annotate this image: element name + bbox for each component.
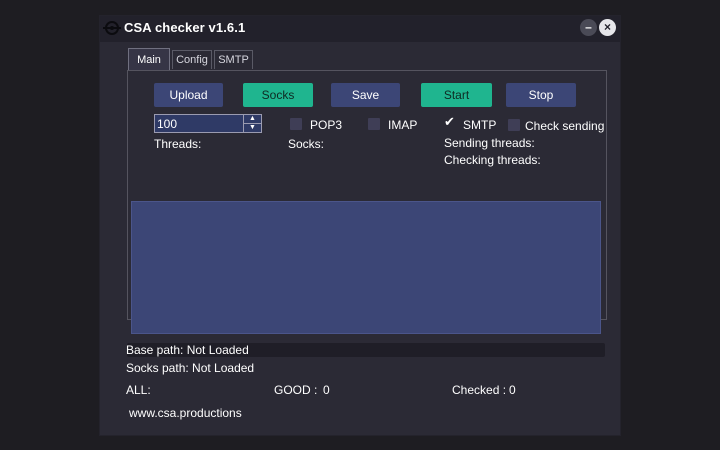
stepper-buttons[interactable]: ▲ ▼ (243, 115, 261, 132)
minimize-button[interactable]: – (580, 19, 597, 36)
start-button[interactable]: Start (421, 83, 492, 107)
threads-stepper[interactable]: ▲ ▼ (154, 114, 262, 133)
checking-threads-label: Checking threads: (444, 153, 541, 167)
chevron-up-icon[interactable]: ▲ (244, 115, 261, 124)
tab-smtp[interactable]: SMTP (214, 50, 253, 69)
checked-count-value: 0 (509, 383, 516, 397)
smtp-checkbox[interactable]: ✔ (444, 114, 456, 130)
window-title: CSA checker v1.6.1 (124, 20, 246, 35)
threads-input[interactable] (157, 116, 242, 131)
chevron-down-icon[interactable]: ▼ (244, 124, 261, 132)
website-link[interactable]: www.csa.productions (129, 406, 242, 420)
stop-button[interactable]: Stop (506, 83, 576, 107)
tab-config[interactable]: Config (172, 50, 212, 69)
good-count-label: GOOD : (274, 383, 318, 397)
upload-button[interactable]: Upload (154, 83, 223, 107)
check-sending-label[interactable]: Check sending (525, 119, 604, 133)
save-button[interactable]: Save (331, 83, 400, 107)
good-count-value: 0 (323, 383, 330, 397)
threads-label: Threads: (154, 137, 202, 151)
imap-label[interactable]: IMAP (388, 118, 417, 132)
smtp-label[interactable]: SMTP (463, 118, 496, 132)
base-path-text: Base path: Not Loaded (126, 343, 249, 357)
title-bar[interactable]: CSA checker v1.6.1 – × (100, 16, 620, 42)
imap-checkbox[interactable] (368, 118, 380, 130)
tab-main[interactable]: Main (128, 48, 170, 70)
checkmark-icon: ✔ (444, 114, 455, 129)
socks-path-text: Socks path: Not Loaded (126, 361, 255, 375)
check-sending-checkbox[interactable] (508, 119, 520, 131)
checked-count-label: Checked : (452, 383, 507, 397)
socks-button[interactable]: Socks (243, 83, 313, 107)
pop3-checkbox[interactable] (290, 118, 302, 130)
socks-count-label: Socks: (288, 137, 325, 151)
log-area[interactable] (131, 201, 601, 334)
app-window: CSA checker v1.6.1 – × Main Config SMTP … (100, 16, 620, 435)
crosshair-icon (103, 21, 121, 35)
close-button[interactable]: × (599, 19, 616, 36)
sending-threads-label: Sending threads: (444, 136, 535, 150)
pop3-label[interactable]: POP3 (310, 118, 342, 132)
all-count-label: ALL: (126, 383, 151, 397)
